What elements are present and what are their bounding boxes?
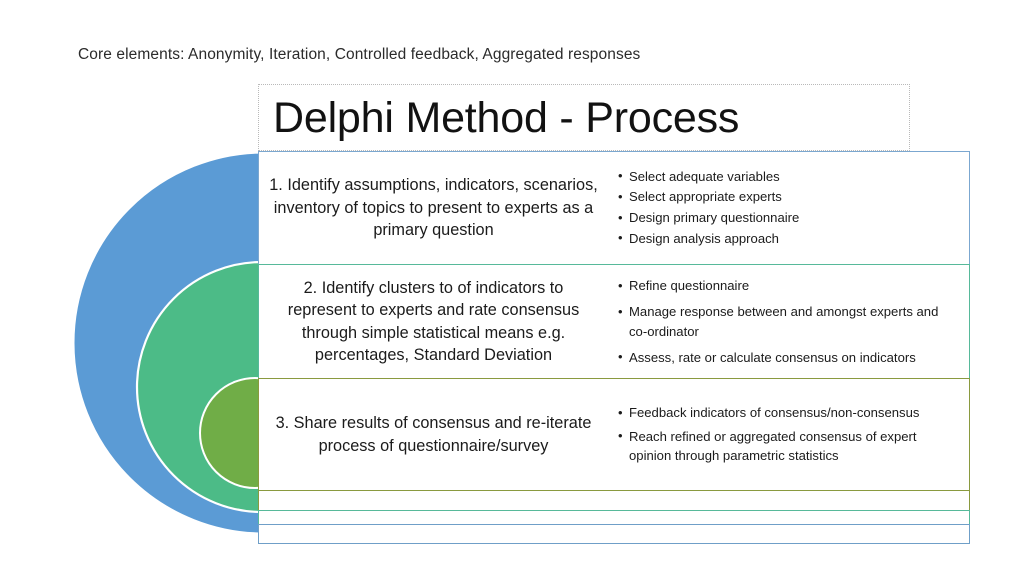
table-row[interactable]: 3. Share results of consensus and re-ite… [258,378,970,490]
list-item: Select adequate variables [618,166,957,188]
step-cell-1: 1. Identify assumptions, indicators, sce… [259,152,606,264]
core-elements-caption: Core elements: Anonymity, Iteration, Con… [78,46,641,63]
table-row[interactable]: 1. Identify assumptions, indicators, sce… [258,151,970,264]
step-cell-2: 2. Identify clusters to of indicators to… [259,265,606,378]
title-placeholder[interactable]: Delphi Method - Process [258,84,910,151]
step-cell-3: 3. Share results of consensus and re-ite… [259,379,606,490]
table-row-empty-olive[interactable] [258,490,970,510]
detail-cell-2: Refine questionnaire Manage response bet… [606,265,969,378]
list-item: Design primary questionnaire [618,208,957,229]
list-item: Reach refined or aggregated consensus of… [618,426,957,466]
list-item: Select appropriate experts [618,187,957,208]
list-item: Assess, rate or calculate consensus on i… [618,347,957,368]
step-text-3: 3. Share results of consensus and re-ite… [275,414,592,455]
list-item: Manage response between and amongst expe… [618,302,957,341]
process-table: 1. Identify assumptions, indicators, sce… [258,151,970,544]
list-item: Refine questionnaire [618,276,957,296]
detail-cell-1: Select adequate variables Select appropr… [606,152,969,264]
list-item: Feedback indicators of consensus/non-con… [618,403,957,423]
step-text-1: 1. Identify assumptions, indicators, sce… [269,176,598,240]
list-item: Design analysis approach [618,228,957,250]
bullet-list-2: Refine questionnaire Manage response bet… [618,276,957,367]
bullet-list-1: Select adequate variables Select appropr… [618,166,957,250]
bullet-list-3: Feedback indicators of consensus/non-con… [618,403,957,466]
table-row-empty-green[interactable] [258,510,970,524]
table-row[interactable]: 2. Identify clusters to of indicators to… [258,264,970,378]
table-row-empty-blue[interactable] [258,524,970,544]
step-text-2: 2. Identify clusters to of indicators to… [287,278,580,365]
detail-cell-3: Feedback indicators of consensus/non-con… [606,379,969,490]
page-title: Delphi Method - Process [273,93,740,142]
